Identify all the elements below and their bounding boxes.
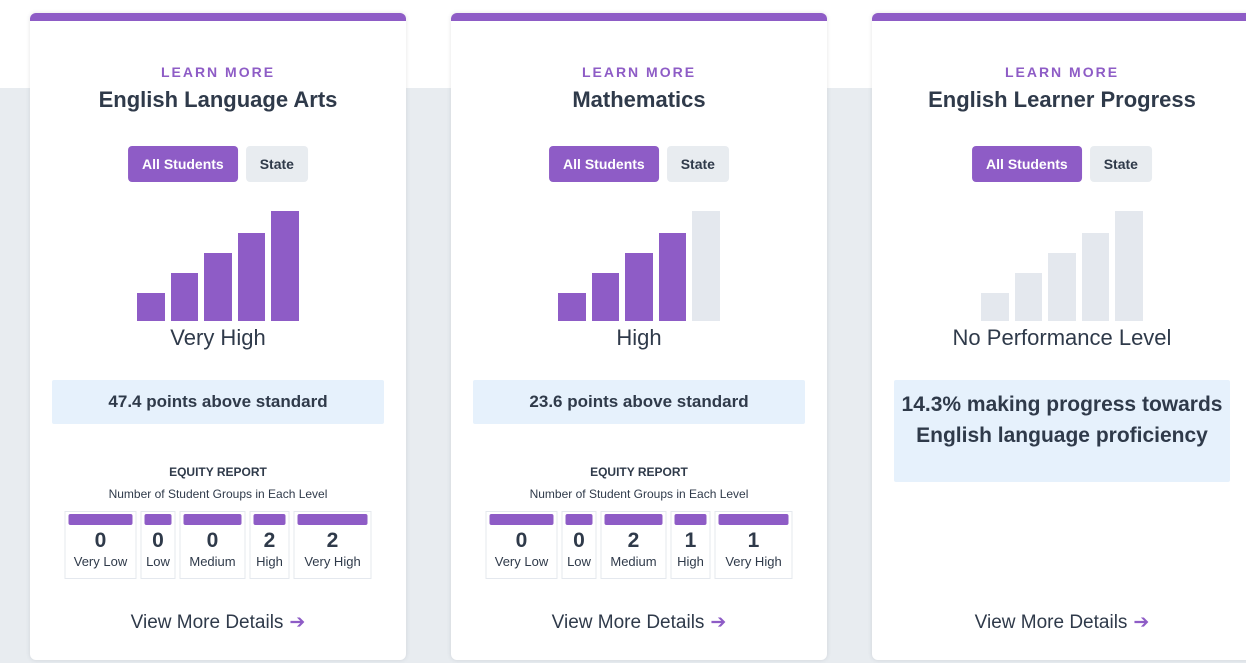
card-title: Mathematics xyxy=(572,87,706,112)
level-label: Very High xyxy=(725,554,782,569)
level-color-strip xyxy=(604,514,663,525)
view-more-details-link[interactable]: View More Details ➔ xyxy=(30,611,406,634)
level-color-strip xyxy=(297,514,368,525)
card-title: English Language Arts xyxy=(98,87,338,112)
level-bar-4 xyxy=(237,233,266,321)
level-bar-4 xyxy=(1081,233,1110,321)
performance-level-bars xyxy=(558,211,720,321)
learn-more-link[interactable]: LEARN MORE xyxy=(30,64,406,80)
equity-level-boxes: 0 Very Low 0 Low 0 Medium 2 High 2 Very … xyxy=(64,511,372,579)
level-label: Very High xyxy=(304,554,361,569)
equity-box-high: 2 High xyxy=(249,511,290,579)
performance-level-bars xyxy=(137,211,299,321)
equity-box-very-low: 0 Very Low xyxy=(485,511,558,579)
equity-report-subtitle: Number of Student Groups in Each Level xyxy=(529,487,749,501)
equity-box-medium: 0 Medium xyxy=(179,511,246,579)
group-count: 1 xyxy=(747,529,760,552)
all-students-button[interactable]: All Students xyxy=(128,146,238,182)
level-label: Low xyxy=(146,554,170,569)
level-bar-5 xyxy=(692,211,720,321)
student-group-toggle: All Students State xyxy=(972,146,1152,182)
equity-box-very-low: 0 Very Low xyxy=(64,511,137,579)
all-students-button[interactable]: All Students xyxy=(549,146,659,182)
level-color-strip xyxy=(718,514,789,525)
learn-more-link[interactable]: LEARN MORE xyxy=(872,64,1246,80)
view-more-details-link[interactable]: View More Details ➔ xyxy=(872,611,1246,634)
performance-level-bars xyxy=(981,211,1143,321)
equity-box-very-high: 1 Very High xyxy=(714,511,793,579)
level-bar-4 xyxy=(658,233,687,321)
details-link-label: View More Details xyxy=(974,612,1128,633)
metric-summary: 23.6 points above standard xyxy=(473,380,805,424)
group-count: 1 xyxy=(684,529,697,552)
performance-level-label: High xyxy=(616,325,662,350)
level-bar-2 xyxy=(1014,273,1043,321)
group-count: 0 xyxy=(573,529,585,552)
equity-box-medium: 2 Medium xyxy=(600,511,667,579)
equity-level-boxes: 0 Very Low 0 Low 2 Medium 1 High 1 Very … xyxy=(485,511,793,579)
all-students-button[interactable]: All Students xyxy=(972,146,1082,182)
card-title: English Learner Progress xyxy=(928,87,1196,112)
group-count: 2 xyxy=(627,529,640,552)
level-bar-1 xyxy=(137,293,165,321)
level-bar-1 xyxy=(558,293,586,321)
group-count: 0 xyxy=(515,529,528,552)
level-bar-5 xyxy=(271,211,299,321)
level-color-strip xyxy=(183,514,242,525)
student-group-toggle: All Students State xyxy=(128,146,308,182)
level-bar-1 xyxy=(981,293,1009,321)
level-bar-3 xyxy=(204,253,232,321)
arrow-right-icon: ➔ xyxy=(289,612,306,633)
level-label: Low xyxy=(567,554,591,569)
details-link-label: View More Details xyxy=(130,612,284,633)
group-count: 0 xyxy=(152,529,164,552)
level-color-strip xyxy=(144,514,172,525)
equity-box-high: 1 High xyxy=(670,511,711,579)
level-color-strip xyxy=(565,514,593,525)
view-more-details-link[interactable]: View More Details ➔ xyxy=(451,611,827,634)
level-color-strip xyxy=(489,514,554,525)
equity-report-title: EQUITY REPORT xyxy=(169,465,267,479)
level-label: Very Low xyxy=(494,554,549,569)
level-bar-2 xyxy=(591,273,620,321)
group-count: 2 xyxy=(263,529,276,552)
state-button[interactable]: State xyxy=(1089,146,1152,182)
equity-box-low: 0 Low xyxy=(140,511,176,579)
student-group-toggle: All Students State xyxy=(549,146,729,182)
equity-box-very-high: 2 Very High xyxy=(293,511,372,579)
level-label: Medium xyxy=(610,554,657,569)
metric-summary: 47.4 points above standard xyxy=(52,380,384,424)
level-label: Very Low xyxy=(73,554,128,569)
indicator-card-mathematics: LEARN MORE Mathematics All Students Stat… xyxy=(451,13,827,660)
state-button[interactable]: State xyxy=(666,146,729,182)
learn-more-link[interactable]: LEARN MORE xyxy=(451,64,827,80)
group-count: 2 xyxy=(326,529,339,552)
metric-summary: 14.3% making progress towards English la… xyxy=(894,380,1230,482)
performance-level-label: No Performance Level xyxy=(952,325,1172,350)
equity-report-title: EQUITY REPORT xyxy=(590,465,688,479)
equity-box-low: 0 Low xyxy=(561,511,597,579)
level-label: High xyxy=(677,554,704,569)
indicator-card-english-learner-progress: LEARN MORE English Learner Progress All … xyxy=(872,13,1246,660)
arrow-right-icon: ➔ xyxy=(1133,612,1150,633)
level-label: Medium xyxy=(189,554,236,569)
level-bar-5 xyxy=(1115,211,1143,321)
level-bar-2 xyxy=(170,273,199,321)
indicator-card-english-language-arts: LEARN MORE English Language Arts All Stu… xyxy=(30,13,406,660)
details-link-label: View More Details xyxy=(551,612,705,633)
level-color-strip xyxy=(68,514,133,525)
level-bar-3 xyxy=(625,253,653,321)
level-color-strip xyxy=(674,514,707,525)
level-label: High xyxy=(256,554,283,569)
group-count: 0 xyxy=(94,529,107,552)
performance-level-label: Very High xyxy=(170,325,266,350)
equity-report-subtitle: Number of Student Groups in Each Level xyxy=(108,487,328,501)
arrow-right-icon: ➔ xyxy=(710,612,727,633)
group-count: 0 xyxy=(206,529,219,552)
level-color-strip xyxy=(253,514,286,525)
state-button[interactable]: State xyxy=(245,146,308,182)
level-bar-3 xyxy=(1048,253,1076,321)
